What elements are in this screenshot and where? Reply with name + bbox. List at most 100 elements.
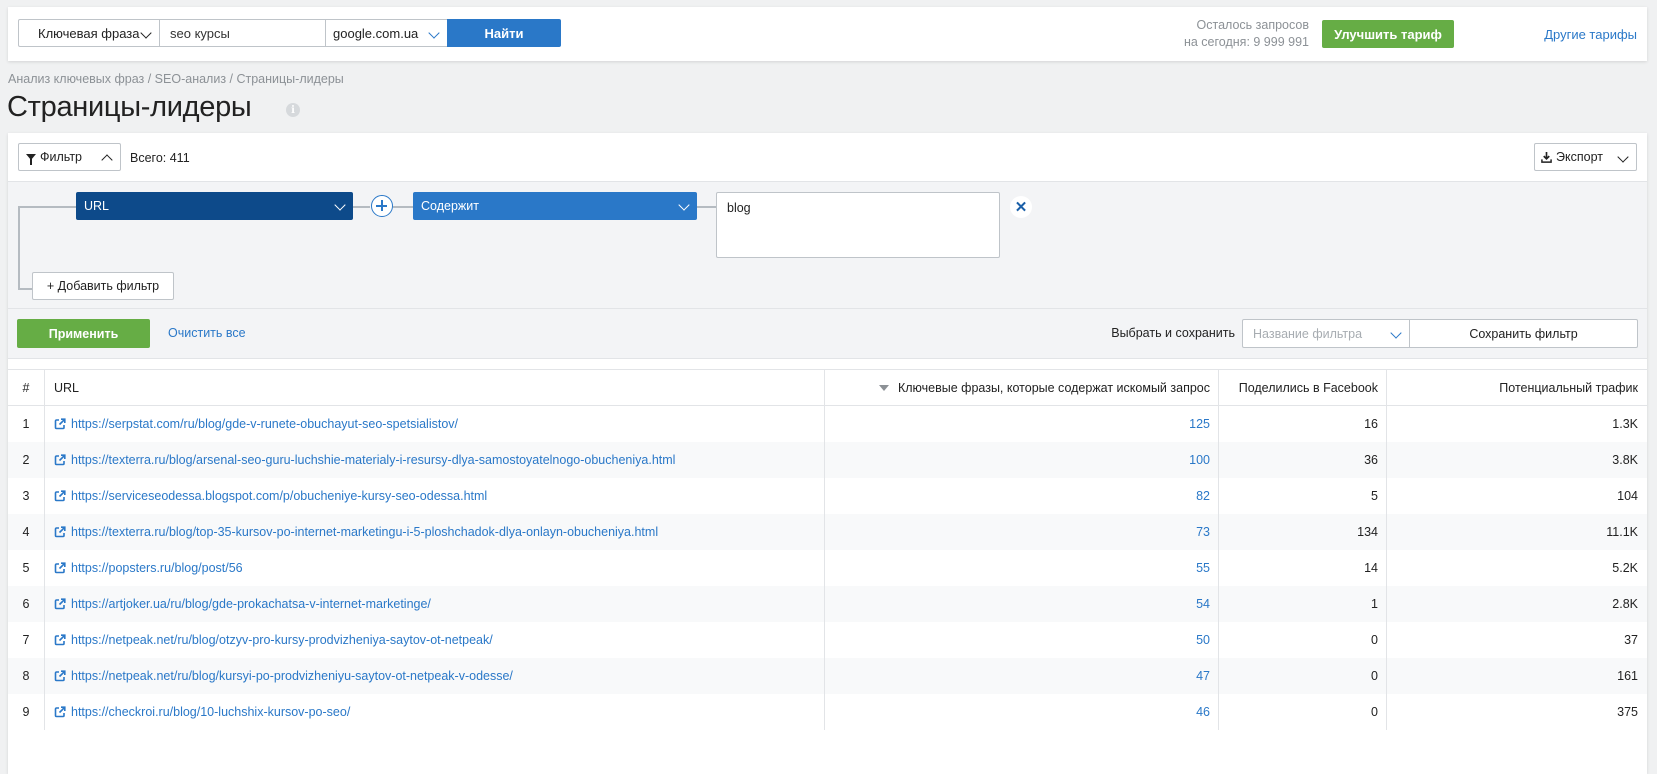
row-number: 4 xyxy=(8,514,45,550)
row-traffic: 104 xyxy=(1617,489,1638,503)
row-url-text: https://checkroi.ru/blog/10-luchshix-kur… xyxy=(71,705,351,719)
row-traffic: 375 xyxy=(1617,705,1638,719)
table-row: 6 https://artjoker.ua/ru/blog/gde-prokach… xyxy=(8,586,1647,622)
row-url-link[interactable]: https://checkroi.ru/blog/10-luchshix-kur… xyxy=(45,694,825,730)
row-keywords-count[interactable]: 46 xyxy=(825,694,1219,730)
table-row: 4 https://texterra.ru/blog/top-35-kursov-… xyxy=(8,514,1647,550)
filter-field-select[interactable]: URL xyxy=(76,192,353,220)
funnel-icon xyxy=(26,154,36,165)
total-count: Всего: 411 xyxy=(130,151,190,165)
row-traffic: 1.3K xyxy=(1612,417,1638,431)
filter-value-input[interactable]: blog xyxy=(716,192,1000,258)
filter-name-placeholder: Название фильтра xyxy=(1253,326,1363,341)
chevron-down-icon xyxy=(140,27,152,39)
row-facebook-shares: 14 xyxy=(1219,550,1387,586)
search-database-select[interactable]: google.com.ua xyxy=(325,19,448,47)
row-traffic: 5.2K xyxy=(1612,561,1638,575)
row-keywords-count[interactable]: 54 xyxy=(825,586,1219,622)
clear-all-link[interactable]: Очистить все xyxy=(168,326,246,340)
row-number: 7 xyxy=(8,622,45,658)
row-number: 2 xyxy=(8,442,45,478)
row-traffic: 37 xyxy=(1624,633,1638,647)
external-link-icon xyxy=(54,562,66,574)
row-facebook-shares: 0 xyxy=(1219,658,1387,694)
quota-line-1: Осталось запросов xyxy=(1196,18,1309,32)
external-link-icon xyxy=(54,418,66,430)
save-filter-button[interactable]: Сохранить фильтр xyxy=(1409,319,1638,348)
row-url-text: https://netpeak.net/ru/blog/kursyi-po-pr… xyxy=(71,669,513,683)
table-row: 7 https://netpeak.net/ru/blog/otzyv-pro-k… xyxy=(8,622,1647,658)
top-search-bar: Ключевая фраза google.com.ua Найти Остал… xyxy=(8,7,1647,61)
filter-connector xyxy=(696,206,716,208)
add-filter-button[interactable]: + Добавить фильтр xyxy=(32,272,174,300)
row-url-link[interactable]: https://netpeak.net/ru/blog/otzyv-pro-ku… xyxy=(45,622,825,658)
external-link-icon xyxy=(54,454,66,466)
filter-toggle-label: Фильтр xyxy=(40,150,82,164)
apply-button[interactable]: Применить xyxy=(17,319,150,348)
chevron-up-icon xyxy=(101,154,113,166)
row-keywords-count[interactable]: 82 xyxy=(825,478,1219,514)
external-link-icon xyxy=(54,706,66,718)
external-link-icon xyxy=(54,634,66,646)
external-link-icon xyxy=(54,598,66,610)
filter-field-label: URL xyxy=(84,199,110,213)
search-input[interactable] xyxy=(159,19,326,47)
filter-name-select[interactable]: Название фильтра xyxy=(1242,319,1410,348)
table-row: 2 https://texterra.ru/blog/arsenal-seo-gu… xyxy=(8,442,1647,478)
filter-toggle-button[interactable]: Фильтр xyxy=(18,143,121,171)
other-plans-link[interactable]: Другие тарифы xyxy=(1544,27,1637,42)
row-url-link[interactable]: https://netpeak.net/ru/blog/kursyi-po-pr… xyxy=(45,658,825,694)
remove-filter-close-icon[interactable]: ✕ xyxy=(1010,196,1032,218)
row-url-text: https://netpeak.net/ru/blog/otzyv-pro-ku… xyxy=(71,633,493,647)
column-header-traffic[interactable]: Потенциальный трафик xyxy=(1387,370,1647,406)
row-keywords-count[interactable]: 55 xyxy=(825,550,1219,586)
upgrade-plan-button[interactable]: Улучшить тариф xyxy=(1322,20,1454,48)
search-database-label: google.com.ua xyxy=(333,25,419,41)
quota-line-2: на сегодня: 9 999 991 xyxy=(1183,35,1309,49)
breadcrumb[interactable]: Анализ ключевых фраз / SEO-анализ / Стра… xyxy=(8,72,344,86)
row-number: 6 xyxy=(8,586,45,622)
chevron-down-icon xyxy=(428,27,440,39)
row-url-text: https://serpstat.com/ru/blog/gde-v-runet… xyxy=(71,417,458,431)
table-row: 9 https://checkroi.ru/blog/10-luchshix-ku… xyxy=(8,694,1647,730)
row-facebook-shares: 1 xyxy=(1219,586,1387,622)
search-type-select[interactable]: Ключевая фраза xyxy=(18,19,160,47)
export-button[interactable]: Экспорт xyxy=(1534,143,1637,171)
row-keywords-count[interactable]: 73 xyxy=(825,514,1219,550)
add-condition-plus-icon[interactable] xyxy=(371,195,393,217)
row-number: 1 xyxy=(8,406,45,442)
row-url-link[interactable]: https://serpstat.com/ru/blog/gde-v-runet… xyxy=(45,406,825,442)
row-url-link[interactable]: https://popsters.ru/blog/post/56 xyxy=(45,550,825,586)
row-facebook-shares: 16 xyxy=(1219,406,1387,442)
column-header-facebook[interactable]: Поделились в Facebook xyxy=(1219,370,1387,406)
external-link-icon xyxy=(54,670,66,682)
row-url-link[interactable]: https://texterra.ru/blog/top-35-kursov-p… xyxy=(45,514,825,550)
row-keywords-count[interactable]: 50 xyxy=(825,622,1219,658)
row-url-link[interactable]: https://texterra.ru/blog/arsenal-seo-gur… xyxy=(45,442,825,478)
search-button[interactable]: Найти xyxy=(447,19,561,47)
column-header-keywords[interactable]: Ключевые фразы, которые содержат искомый… xyxy=(825,370,1219,406)
quota-info: Осталось запросов на сегодня: 9 999 991 xyxy=(1184,17,1309,51)
table-row: 8 https://netpeak.net/ru/blog/kursyi-po-p… xyxy=(8,658,1647,694)
chevron-down-icon xyxy=(678,199,690,211)
row-url-text: https://texterra.ru/blog/arsenal-seo-gur… xyxy=(71,453,676,467)
filter-actions: Применить Очистить все Выбрать и сохрани… xyxy=(8,309,1647,359)
info-icon[interactable]: i xyxy=(286,103,300,117)
table-row: 3 https://serviceseodessa.blogspot.com/p/… xyxy=(8,478,1647,514)
chevron-down-icon xyxy=(1390,327,1402,339)
row-facebook-shares: 36 xyxy=(1219,442,1387,478)
row-url-link[interactable]: https://artjoker.ua/ru/blog/gde-prokacha… xyxy=(45,586,825,622)
row-url-link[interactable]: https://serviceseodessa.blogspot.com/p/o… xyxy=(45,478,825,514)
row-facebook-shares: 0 xyxy=(1219,622,1387,658)
column-header-url[interactable]: URL xyxy=(45,370,825,406)
main-panel: Фильтр Всего: 411 Экспорт URL Содержит b… xyxy=(8,133,1647,774)
column-header-number: # xyxy=(8,370,45,406)
filter-tree-line xyxy=(18,206,76,208)
filter-operator-select[interactable]: Содержит xyxy=(413,192,697,220)
row-keywords-count[interactable]: 100 xyxy=(825,442,1219,478)
row-url-text: https://artjoker.ua/ru/blog/gde-prokacha… xyxy=(71,597,431,611)
table-row: 1 https://serpstat.com/ru/blog/gde-v-rune… xyxy=(8,406,1647,442)
row-keywords-count[interactable]: 125 xyxy=(825,406,1219,442)
row-keywords-count[interactable]: 47 xyxy=(825,658,1219,694)
search-type-label: Ключевая фраза xyxy=(38,25,140,41)
